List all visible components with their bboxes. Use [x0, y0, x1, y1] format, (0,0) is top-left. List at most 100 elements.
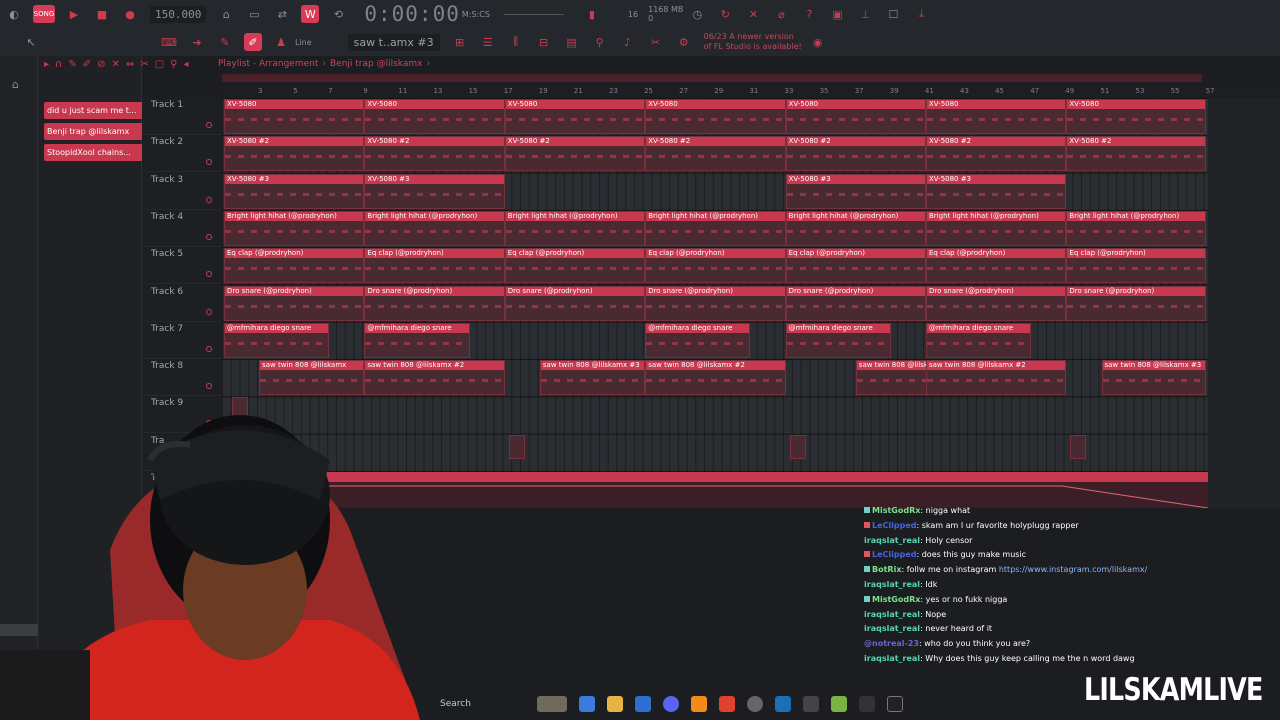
stamp-icon[interactable]: ♟: [272, 33, 290, 51]
pattern-clip[interactable]: XV-5080: [645, 99, 786, 134]
pattern-clip[interactable]: XV-5080 #2: [645, 136, 786, 172]
chat-username[interactable]: iraqslat_real: [864, 610, 920, 619]
pattern-clip[interactable]: Dro snare (@prodryhon): [224, 285, 365, 321]
pattern-clip[interactable]: XV-5080 #2: [224, 136, 365, 172]
pattern-clip[interactable]: XV-5080 #3: [364, 173, 505, 209]
pattern-clip[interactable]: Eq clap (@prodryhon): [504, 248, 646, 284]
store-icon[interactable]: [634, 696, 651, 712]
chat-username[interactable]: iraqslat_real: [864, 654, 920, 663]
chat-username[interactable]: MistGodRx: [872, 506, 920, 515]
pattern-clip[interactable]: Bright light hihat (@prodryhon): [364, 210, 505, 246]
pattern-clip[interactable]: XV-5080: [224, 99, 365, 134]
track-header[interactable]: Track 7: [142, 321, 222, 359]
mixer-view-icon[interactable]: ⫼: [507, 33, 525, 51]
stop-icon[interactable]: ■: [93, 5, 111, 23]
delete-icon[interactable]: ⊘: [97, 59, 105, 70]
chat-username[interactable]: iraqslat_real: [864, 580, 920, 589]
countdown-icon[interactable]: ▭: [245, 5, 263, 23]
record-icon[interactable]: ●: [121, 5, 139, 23]
pattern-clip[interactable]: Eq clap (@prodryhon): [364, 248, 505, 284]
track-header[interactable]: Track 3: [142, 172, 222, 210]
cut-icon[interactable]: ✂: [647, 33, 665, 51]
pattern-selector[interactable]: saw t..amx #3: [347, 33, 440, 51]
chat-username[interactable]: iraqslat_real: [864, 536, 920, 545]
pattern-clip[interactable]: saw twin 808 @lilskamx #3: [1101, 360, 1206, 396]
pattern-clip[interactable]: Dro snare (@prodryhon): [364, 285, 505, 321]
save-icon[interactable]: ▣: [828, 5, 846, 23]
update-notice[interactable]: 06/23 A newer version of FL Studio is av…: [704, 32, 804, 52]
track-mute-icon[interactable]: [206, 271, 212, 278]
tempo-display[interactable]: 150.000: [150, 5, 207, 23]
track-mute-icon[interactable]: [206, 159, 212, 166]
chat-icon[interactable]: ☐: [884, 5, 902, 23]
pattern-clip[interactable]: XV-5080 #2: [785, 136, 926, 172]
brush-icon[interactable]: ✐: [83, 59, 91, 70]
pattern-clip[interactable]: XV-5080 #2: [1066, 136, 1206, 172]
pattern-clip[interactable]: XV-5080 #2: [926, 136, 1067, 172]
pattern-clip[interactable]: saw twin 808 @lilskamx: [259, 360, 365, 396]
metronome-icon[interactable]: ⌂: [217, 5, 235, 23]
layers-icon[interactable]: [830, 696, 847, 712]
pattern-clip[interactable]: XV-5080: [364, 99, 505, 134]
blend-notes-icon[interactable]: ⇄: [273, 5, 291, 23]
pattern-clip[interactable]: Eq clap (@prodryhon): [926, 248, 1067, 284]
pattern-clip[interactable]: Dro snare (@prodryhon): [504, 285, 646, 321]
wait-input-icon[interactable]: W: [301, 5, 320, 23]
select-icon[interactable]: ▢: [155, 59, 164, 70]
track-mute-icon[interactable]: [206, 308, 212, 315]
pattern-clip[interactable]: Eq clap (@prodryhon): [1066, 248, 1206, 284]
pattern-clip[interactable]: Bright light hihat (@prodryhon): [645, 210, 786, 246]
slice-icon[interactable]: ✂: [140, 59, 148, 70]
pattern-clip[interactable]: Dro snare (@prodryhon): [926, 285, 1067, 321]
pattern-clip[interactable]: XV-5080: [1066, 99, 1206, 134]
track-mute-icon[interactable]: [206, 122, 212, 128]
marker-clip[interactable]: [508, 434, 525, 459]
pattern-clip[interactable]: @mfmihara diego snare: [645, 322, 751, 358]
playlist-scrollbar[interactable]: [222, 74, 1202, 82]
marker-clip[interactable]: [789, 434, 806, 459]
pattern-clip[interactable]: Bright light hihat (@prodryhon): [224, 210, 365, 246]
pattern-clip[interactable]: Bright light hihat (@prodryhon): [785, 210, 926, 246]
mixer-icon[interactable]: ⊥: [856, 5, 874, 23]
pattern-clip[interactable]: XV-5080 #3: [224, 173, 365, 209]
pencil-icon[interactable]: ✎: [68, 59, 76, 70]
pattern-clip[interactable]: Dro snare (@prodryhon): [1066, 285, 1206, 321]
4k-icon[interactable]: [858, 696, 875, 712]
pattern-clip[interactable]: saw twin 808 @lilskamx #2: [926, 360, 1067, 396]
folder-icon[interactable]: [606, 696, 623, 712]
pattern-clip[interactable]: XV-5080 #2: [364, 136, 505, 172]
playlist-pattern[interactable]: Benji trap @lilskamx: [330, 59, 422, 69]
brave-icon[interactable]: [718, 696, 735, 712]
paint-icon[interactable]: ✐: [244, 33, 262, 51]
chat-username[interactable]: @notreal-23: [864, 639, 919, 648]
pattern-clip[interactable]: XV-5080 #3: [926, 173, 1067, 209]
arrow-right-icon[interactable]: ➜: [188, 33, 206, 51]
pattern-clip[interactable]: Eq clap (@prodryhon): [224, 248, 365, 284]
pattern-clip[interactable]: Bright light hihat (@prodryhon): [1066, 210, 1206, 246]
track-header[interactable]: Track 4: [142, 209, 222, 247]
mic-icon[interactable]: ⌀: [772, 5, 790, 23]
pattern-add-icon[interactable]: ⊞: [451, 33, 469, 51]
weather-icon[interactable]: [536, 696, 567, 712]
pattern-clip[interactable]: @mfmihara diego snare: [785, 322, 891, 358]
update-icon[interactable]: ◉: [809, 33, 827, 51]
chat-username[interactable]: LeClipped: [872, 550, 916, 559]
marker-clip[interactable]: [1070, 434, 1087, 459]
chat-link[interactable]: https://www.instagram.com/lilskamx/: [999, 565, 1147, 574]
plugin-icon[interactable]: ⚲: [591, 33, 609, 51]
obs-icon[interactable]: [746, 696, 763, 712]
track-header[interactable]: Track 8: [142, 359, 222, 397]
zoom-icon[interactable]: ⚲: [170, 59, 177, 70]
pattern-clip[interactable]: Dro snare (@prodryhon): [785, 285, 926, 321]
clock-icon[interactable]: ◷: [688, 5, 706, 23]
channel-rack-icon[interactable]: ⊟: [535, 33, 553, 51]
keyboard-icon[interactable]: ⌨: [160, 33, 178, 51]
track-header[interactable]: Track 6: [142, 284, 222, 322]
track-mute-icon[interactable]: [206, 196, 212, 203]
close-all-icon[interactable]: ✕: [744, 5, 762, 23]
discord-icon[interactable]: [662, 696, 679, 712]
master-volume-slider[interactable]: [503, 13, 564, 15]
chat-username[interactable]: LeClipped: [872, 521, 916, 530]
track-header[interactable]: Track 2: [142, 135, 222, 173]
pattern-clip[interactable]: Bright light hihat (@prodryhon): [504, 210, 646, 246]
